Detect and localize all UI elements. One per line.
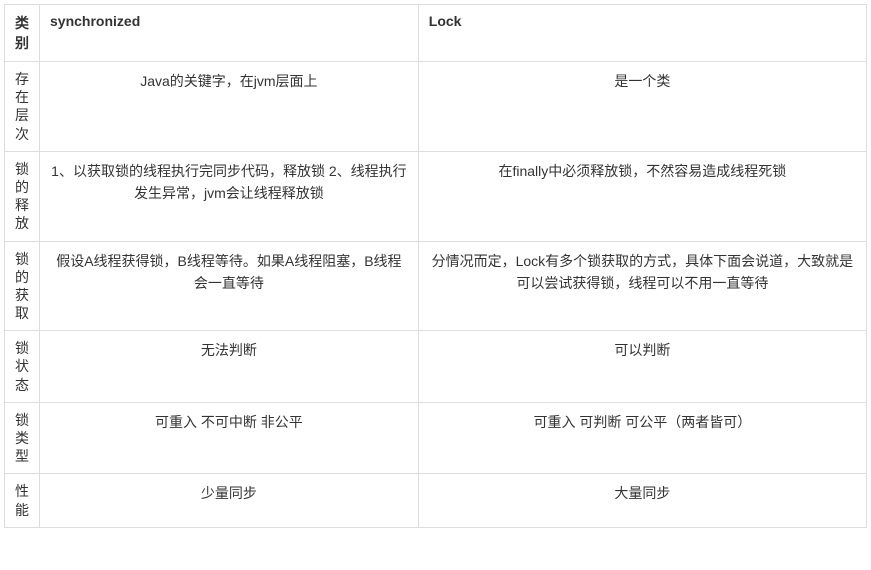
row-label: 锁状态 (5, 331, 40, 403)
row-label: 性能 (5, 474, 40, 527)
header-category: 类别 (5, 5, 40, 62)
lock-cell: 大量同步 (418, 474, 866, 527)
sync-cell: 1、以获取锁的线程执行完同步代码，释放锁 2、线程执行发生异常，jvm会让线程释… (40, 151, 419, 241)
sync-cell: Java的关键字，在jvm层面上 (40, 62, 419, 152)
row-label: 锁的获取 (5, 241, 40, 331)
table-row: 锁的释放 1、以获取锁的线程执行完同步代码，释放锁 2、线程执行发生异常，jvm… (5, 151, 867, 241)
row-label: 锁的释放 (5, 151, 40, 241)
table-row: 锁状态 无法判断 可以判断 (5, 331, 867, 403)
sync-cell: 少量同步 (40, 474, 419, 527)
row-label: 锁类型 (5, 402, 40, 474)
table-row: 存在层次 Java的关键字，在jvm层面上 是一个类 (5, 62, 867, 152)
lock-cell: 可以判断 (418, 331, 866, 403)
lock-cell: 分情况而定，Lock有多个锁获取的方式，具体下面会说道，大致就是可以尝试获得锁，… (418, 241, 866, 331)
table-row: 锁的获取 假设A线程获得锁，B线程等待。如果A线程阻塞，B线程会一直等待 分情况… (5, 241, 867, 331)
sync-cell: 无法判断 (40, 331, 419, 403)
comparison-table: 类别 synchronized Lock 存在层次 Java的关键字，在jvm层… (4, 4, 867, 528)
lock-cell: 可重入 可判断 可公平（两者皆可） (418, 402, 866, 474)
row-label: 存在层次 (5, 62, 40, 152)
table-row: 锁类型 可重入 不可中断 非公平 可重入 可判断 可公平（两者皆可） (5, 402, 867, 474)
lock-cell: 在finally中必须释放锁，不然容易造成线程死锁 (418, 151, 866, 241)
table-header-row: 类别 synchronized Lock (5, 5, 867, 62)
header-synchronized: synchronized (40, 5, 419, 62)
lock-cell: 是一个类 (418, 62, 866, 152)
sync-cell: 假设A线程获得锁，B线程等待。如果A线程阻塞，B线程会一直等待 (40, 241, 419, 331)
table-row: 性能 少量同步 大量同步 (5, 474, 867, 527)
sync-cell: 可重入 不可中断 非公平 (40, 402, 419, 474)
header-lock: Lock (418, 5, 866, 62)
